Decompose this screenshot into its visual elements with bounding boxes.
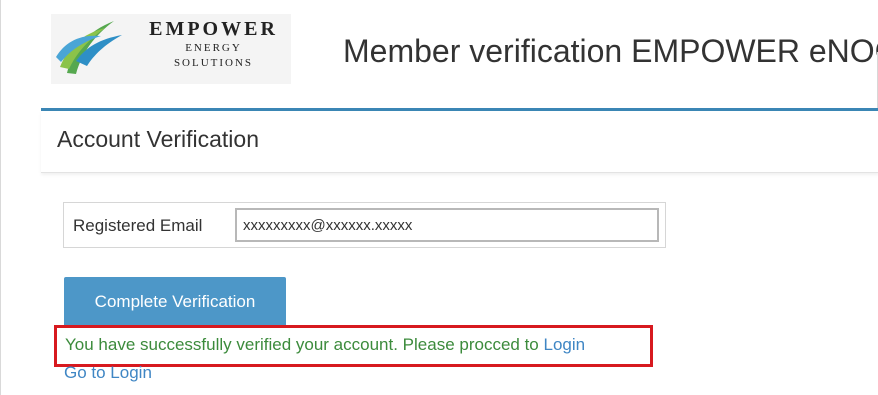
logo-brand: EMPOWER (149, 18, 278, 40)
panel-title: Account Verification (57, 126, 260, 152)
go-to-login-link[interactable]: Go to Login (64, 363, 152, 383)
account-verification-panel: Account Verification Registered Email Co… (41, 108, 878, 395)
login-link[interactable]: Login (543, 335, 585, 354)
complete-verification-button[interactable]: Complete Verification (64, 277, 286, 327)
success-message: You have successfully verified your acco… (65, 335, 585, 355)
logo-energy: ENERGY (185, 42, 242, 54)
empower-logo-icon (56, 21, 122, 74)
verification-page: EMPOWER ENERGY SOLUTIONS Member verifica… (0, 0, 878, 395)
success-message-box: You have successfully verified your acco… (54, 325, 653, 367)
registered-email-label: Registered Email (73, 216, 203, 235)
panel-heading: Account Verification (41, 111, 878, 173)
page-title: Member verification EMPOWER eNOC (343, 33, 878, 69)
registered-email-input[interactable] (235, 208, 659, 242)
empower-logo: EMPOWER ENERGY SOLUTIONS (51, 14, 291, 84)
page-header: EMPOWER ENERGY SOLUTIONS Member verifica… (1, 0, 878, 92)
registered-email-group: Registered Email (63, 202, 666, 248)
logo-wordmark: EMPOWER ENERGY SOLUTIONS (136, 18, 291, 70)
logo-solutions: SOLUTIONS (173, 57, 254, 69)
success-message-text: You have successfully verified your acco… (65, 335, 544, 354)
